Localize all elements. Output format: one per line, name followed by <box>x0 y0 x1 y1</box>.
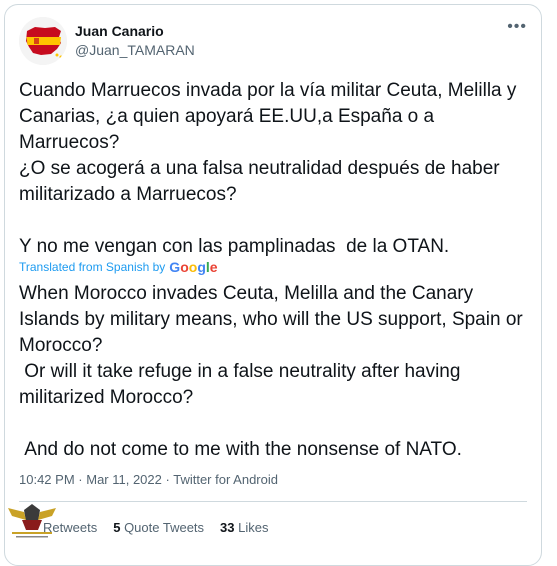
google-logo-icon: Google <box>169 259 218 275</box>
spain-flag-map-icon <box>19 17 67 65</box>
translated-text: When Morocco invades Ceuta, Melilla and … <box>19 283 523 460</box>
like-count: 33 <box>220 520 235 535</box>
quote-label: Quote Tweets <box>124 520 205 535</box>
likes-link[interactable]: 33 Likes <box>220 520 268 535</box>
more-options-icon[interactable]: ••• <box>507 19 527 35</box>
quote-tweets-link[interactable]: 5 Quote Tweets <box>113 520 204 535</box>
tweet-text: Cuando Marruecos invada por la vía milit… <box>19 80 517 257</box>
tweet-source[interactable]: Twitter for Android <box>173 472 278 487</box>
translated-from-label: Translated from Spanish by <box>19 260 166 274</box>
quote-count: 5 <box>113 520 121 535</box>
watermark-logo-icon <box>2 500 62 542</box>
tweet-date[interactable]: Mar 11, 2022 <box>86 472 162 487</box>
tweet-metadata: 10:42 PM · Mar 11, 2022 · Twitter for An… <box>19 472 278 487</box>
avatar[interactable] <box>19 17 67 65</box>
divider <box>19 501 527 502</box>
like-label: Likes <box>238 520 269 535</box>
author-handle[interactable]: @Juan_TAMARAN <box>75 42 195 58</box>
translation-attribution[interactable]: Translated from Spanish by Google <box>19 259 218 275</box>
tweet-time[interactable]: 10:42 PM <box>19 472 75 487</box>
tweet-card: Juan Canario @Juan_TAMARAN ••• Cuando Ma… <box>4 4 542 566</box>
author-name[interactable]: Juan Canario <box>75 23 164 39</box>
